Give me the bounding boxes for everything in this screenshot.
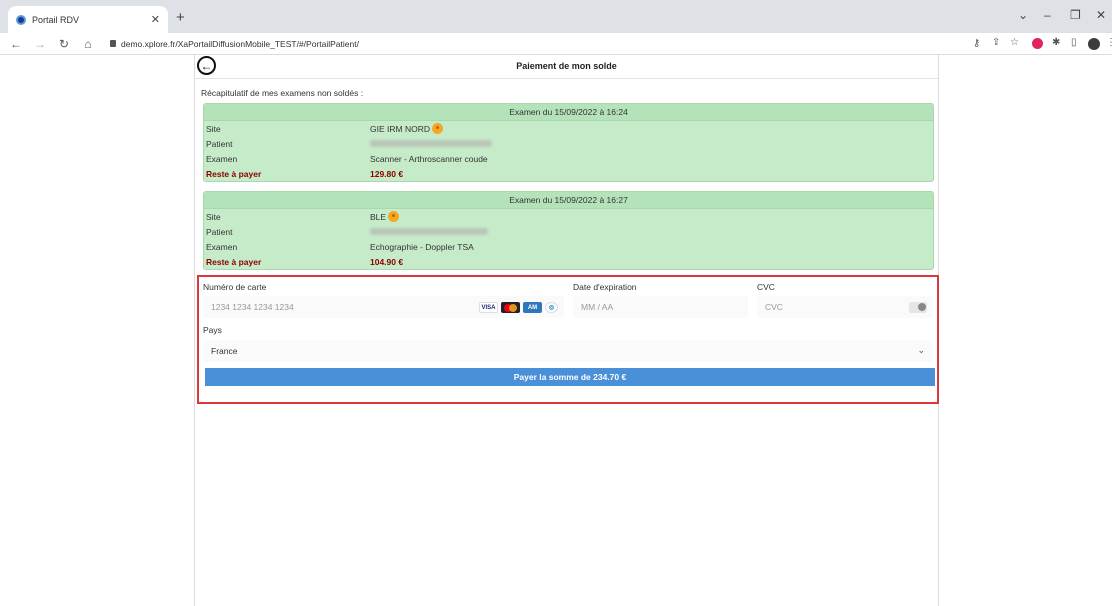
exam-row: Examen Echographie - Doppler TSA [204, 239, 933, 254]
map-pin-icon[interactable] [431, 123, 443, 134]
back-arrow-icon[interactable]: ← [8, 37, 24, 51]
tab-close-icon[interactable]: ✕ [151, 13, 160, 26]
exam-card: Examen du 15/09/2022 à 16:24 Site GIE IR… [203, 103, 934, 182]
site-value: GIE IRM NORD [370, 123, 430, 134]
site-label: Site [206, 211, 221, 222]
menu-dots-icon[interactable]: ⋮ [1106, 37, 1112, 48]
site-favicon-icon [16, 14, 26, 25]
patient-row: Patient [204, 224, 933, 239]
extension-red-icon[interactable] [1032, 38, 1043, 49]
recap-text: Récapitulatif de mes examens non soldés … [201, 88, 364, 98]
exam-value: Echographie - Doppler TSA [370, 241, 474, 252]
profile-avatar[interactable] [1088, 38, 1100, 50]
cvc-placeholder: CVC [765, 302, 783, 312]
payment-form: Numéro de carte 1234 1234 1234 1234 VISA… [197, 275, 939, 404]
page-header: ← Paiement de mon solde [195, 55, 938, 79]
restore-icon[interactable]: ❐ [1070, 8, 1081, 22]
address-bar: ← → ↻ ⌂ demo.xplore.fr/XaPortailDiffusio… [0, 33, 1112, 55]
expiry-field[interactable]: MM / AA [573, 296, 748, 318]
side-panel-icon[interactable]: ▯ [1071, 37, 1077, 48]
pay-button[interactable]: Payer la somme de 234.70 € [205, 368, 935, 386]
map-pin-icon[interactable] [388, 211, 400, 222]
card-brand-logos: VISA AM ◎ [479, 302, 558, 313]
country-select[interactable]: France ⌄ [203, 340, 933, 362]
payment-page: ← Paiement de mon solde Récapitulatif de… [194, 55, 939, 606]
due-value: 104.90 € [370, 256, 404, 267]
diners-icon: ◎ [545, 302, 558, 313]
exam-header: Examen du 15/09/2022 à 16:24 [204, 104, 933, 121]
country-value: France [211, 346, 238, 356]
close-window-icon[interactable]: ✕ [1096, 8, 1106, 22]
share-icon[interactable]: ⇪ [992, 37, 1000, 48]
exam-header: Examen du 15/09/2022 à 16:27 [204, 192, 933, 209]
exam-label: Examen [206, 241, 238, 252]
patient-label: Patient [206, 138, 233, 149]
patient-name-redacted [370, 140, 492, 147]
key-icon[interactable]: ⚷ [973, 38, 980, 49]
exam-label: Examen [206, 153, 238, 164]
due-label: Reste à payer [206, 168, 262, 179]
card-number-label: Numéro de carte [203, 282, 267, 292]
lock-icon[interactable] [110, 40, 116, 47]
chevron-down-icon: ⌄ [917, 345, 925, 355]
patient-row: Patient [204, 136, 933, 151]
visa-icon: VISA [479, 302, 498, 313]
exam-row: Examen Scanner - Arthroscanner coude [204, 151, 933, 166]
home-icon[interactable]: ⌂ [80, 37, 96, 51]
bookmark-star-icon[interactable]: ☆ [1010, 37, 1019, 48]
due-row: Reste à payer 129.80 € [204, 166, 933, 181]
reload-icon[interactable]: ↻ [56, 37, 72, 51]
exam-value: Scanner - Arthroscanner coude [370, 153, 488, 164]
patient-label: Patient [206, 226, 233, 237]
due-label: Reste à payer [206, 256, 262, 267]
exam-card: Examen du 15/09/2022 à 16:27 Site BLE Pa… [203, 191, 934, 270]
url-text: demo.xplore.fr/XaPortailDiffusionMobile_… [121, 38, 359, 49]
new-tab-icon[interactable]: + [176, 9, 185, 26]
forward-arrow-icon[interactable]: → [32, 37, 48, 51]
minimize-icon[interactable]: – [1044, 8, 1051, 22]
site-label: Site [206, 123, 221, 134]
tab-search-icon[interactable]: ⌄ [1018, 8, 1028, 22]
url-field[interactable]: demo.xplore.fr/XaPortailDiffusionMobile_… [110, 39, 359, 49]
site-row: Site GIE IRM NORD [204, 121, 933, 136]
expiry-placeholder: MM / AA [581, 302, 614, 312]
expiry-label: Date d'expiration [573, 282, 637, 292]
card-number-field[interactable]: 1234 1234 1234 1234 VISA AM ◎ [203, 296, 564, 318]
mastercard-icon [501, 302, 520, 313]
cvc-label: CVC [757, 282, 775, 292]
page-title: Paiement de mon solde [516, 61, 617, 71]
patient-name-redacted [370, 228, 488, 235]
extensions-puzzle-icon[interactable]: ✱ [1052, 37, 1060, 48]
cvc-field[interactable]: CVC [757, 296, 933, 318]
site-row: Site BLE [204, 209, 933, 224]
tab-title: Portail RDV [32, 14, 80, 25]
browser-tabbar: Portail RDV ✕ + ⌄ – ❐ ✕ [0, 0, 1112, 33]
due-value: 129.80 € [370, 168, 404, 179]
amex-icon: AM [523, 302, 542, 313]
card-number-placeholder: 1234 1234 1234 1234 [211, 302, 294, 312]
browser-tab[interactable]: Portail RDV ✕ [8, 6, 168, 33]
cvc-card-icon [909, 302, 927, 313]
due-row: Reste à payer 104.90 € [204, 254, 933, 269]
site-value: BLE [370, 211, 387, 222]
country-label: Pays [203, 325, 222, 335]
